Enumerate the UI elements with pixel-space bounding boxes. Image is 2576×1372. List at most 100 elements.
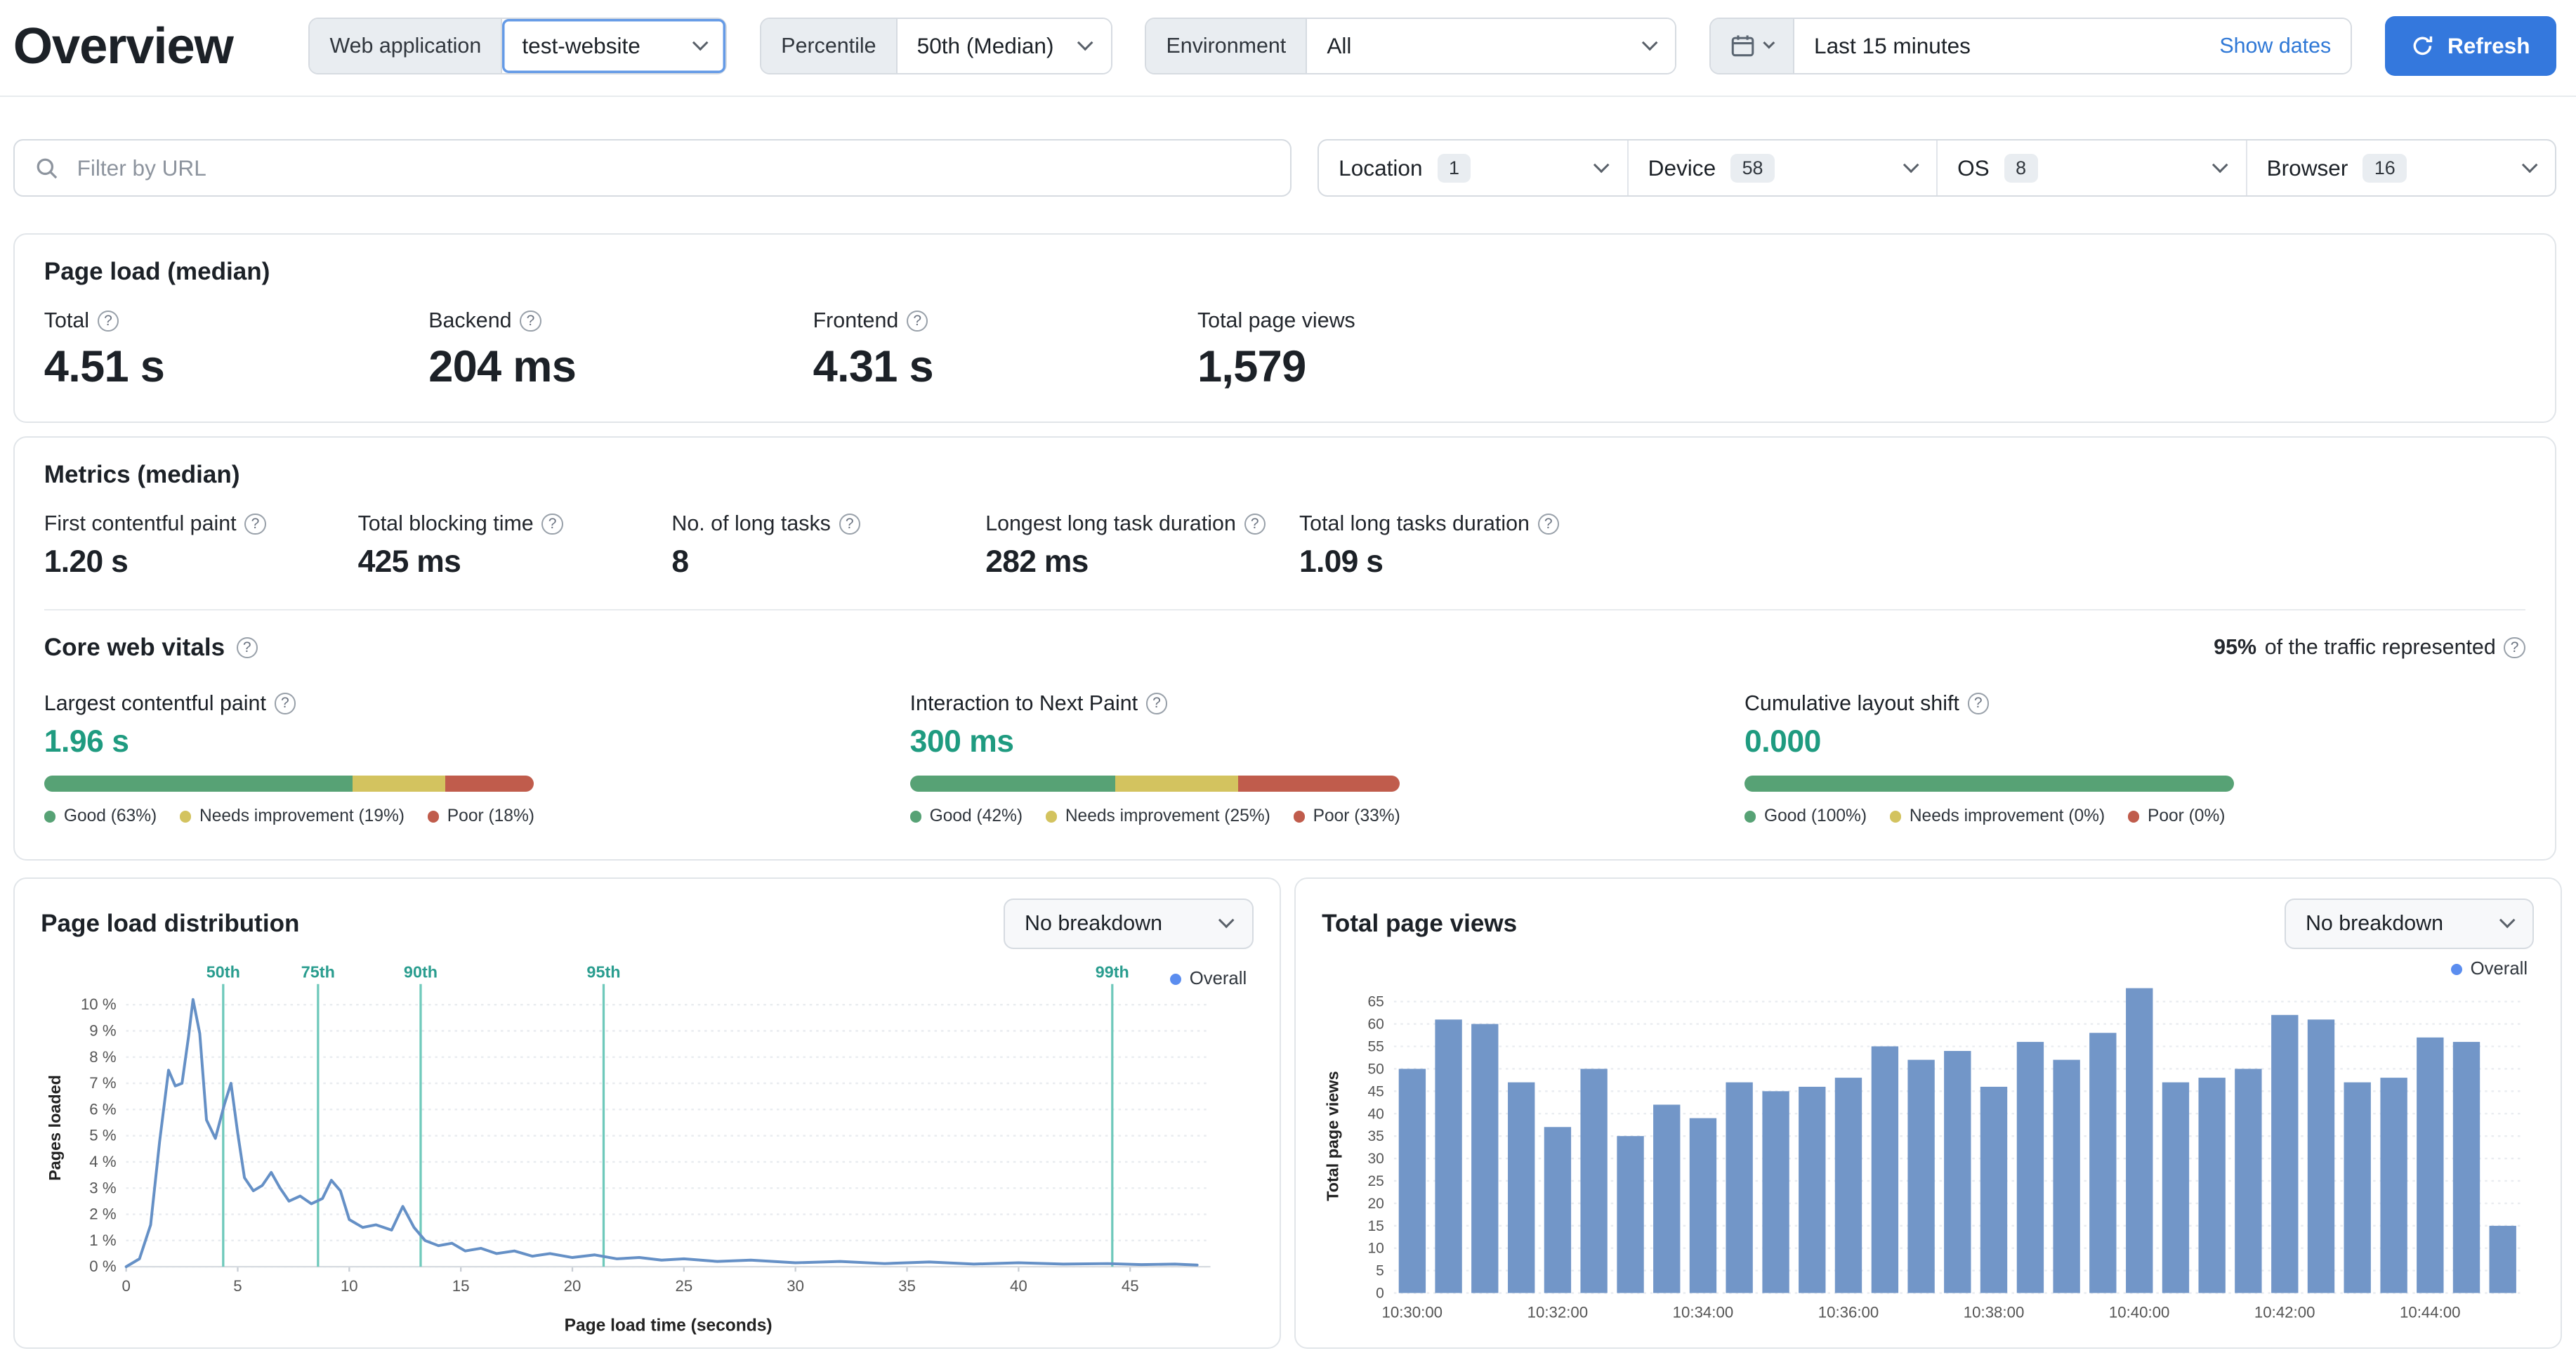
svg-text:95th: 95th bbox=[587, 962, 621, 981]
environment-select[interactable]: All bbox=[1307, 18, 1676, 74]
total-page-views-card: Total page views No breakdown 0 5 10 15 20 25… bbox=[1294, 877, 2562, 1349]
svg-text:45: 45 bbox=[1368, 1083, 1384, 1099]
facet-label: Location bbox=[1339, 155, 1423, 181]
info-icon[interactable] bbox=[244, 513, 266, 535]
svg-text:35: 35 bbox=[898, 1277, 916, 1295]
svg-text:50: 50 bbox=[1368, 1061, 1384, 1077]
stat-first-contentful-paint: First contentful paint 1.20 s bbox=[44, 511, 358, 580]
facet-location[interactable]: Location 1 bbox=[1319, 141, 1627, 195]
page-load-card: Page load (median) Total 4.51 s Backend … bbox=[13, 233, 2556, 424]
info-icon[interactable] bbox=[1537, 513, 1559, 535]
stat-backend: Backend 204 ms bbox=[428, 308, 813, 392]
svg-text:40: 40 bbox=[1010, 1277, 1027, 1295]
chevron-down-icon bbox=[1077, 34, 1094, 51]
stat-label: Backend bbox=[428, 308, 512, 333]
info-icon[interactable] bbox=[839, 513, 860, 535]
stat-total-page-views: Total page views 1,579 bbox=[1197, 308, 1582, 392]
distribution-chart: 0 % 1 % 2 % 3 % 4 % 5 % 6 % 7 % 8 % 9 % 10 % 0 5 10 15… bbox=[41, 956, 1253, 1349]
stat-value: 204 ms bbox=[428, 341, 577, 391]
good-segment bbox=[909, 775, 1116, 792]
legend-label: Needs improvement (19%) bbox=[199, 806, 405, 826]
svg-text:40: 40 bbox=[1368, 1106, 1384, 1122]
stat-label: Total long tasks duration bbox=[1299, 511, 1530, 536]
stat-value: 4.51 s bbox=[44, 341, 165, 391]
environment-value: All bbox=[1327, 32, 1352, 58]
refresh-label: Refresh bbox=[2447, 32, 2530, 58]
refresh-button[interactable]: Refresh bbox=[2385, 16, 2556, 76]
svg-text:60: 60 bbox=[1368, 1016, 1384, 1032]
svg-text:20: 20 bbox=[564, 1277, 581, 1295]
core-web-vitals-title: Core web vitals bbox=[44, 633, 225, 661]
svg-text:4 %: 4 % bbox=[89, 1152, 116, 1170]
vital-legend: Good (100%) Needs improvement (0%) Poor … bbox=[1744, 806, 2525, 826]
url-filter bbox=[13, 139, 1292, 197]
facet-browser[interactable]: Browser 16 bbox=[2245, 141, 2555, 196]
breakdown-value: No breakdown bbox=[1025, 911, 1163, 936]
calendar-icon bbox=[1731, 35, 1754, 57]
svg-text:5: 5 bbox=[1376, 1262, 1384, 1279]
percentile-control: Percentile 50th (Median) bbox=[760, 17, 1112, 75]
page-title: Overview bbox=[13, 17, 234, 74]
legend-label: Good (100%) bbox=[1764, 806, 1867, 826]
info-icon[interactable] bbox=[906, 310, 928, 332]
vital-label: Cumulative layout shift bbox=[1744, 691, 1959, 715]
svg-text:25: 25 bbox=[1368, 1173, 1384, 1189]
svg-text:2 %: 2 % bbox=[89, 1205, 116, 1222]
card-title: Page load distribution bbox=[41, 909, 300, 937]
percentile-select[interactable]: 50th (Median) bbox=[897, 18, 1111, 74]
breakdown-select[interactable]: No breakdown bbox=[2284, 898, 2535, 950]
core-web-vitals-row: Largest contentful paint 1.96 s Good (63… bbox=[44, 691, 2525, 827]
svg-text:3 %: 3 % bbox=[89, 1179, 116, 1196]
stat-label: Total bbox=[44, 308, 90, 333]
show-dates-link[interactable]: Show dates bbox=[2219, 34, 2331, 58]
legend-label: Poor (18%) bbox=[447, 806, 534, 826]
svg-text:10:36:00: 10:36:00 bbox=[1818, 1303, 1879, 1321]
breakdown-select[interactable]: No breakdown bbox=[1003, 898, 1254, 950]
web-application-select[interactable]: test-website bbox=[502, 18, 726, 74]
time-range-field[interactable]: Last 15 minutes Show dates bbox=[1794, 18, 2351, 74]
svg-text:5 %: 5 % bbox=[89, 1126, 116, 1144]
svg-text:10:40:00: 10:40:00 bbox=[2109, 1303, 2170, 1321]
stat-long-tasks: No. of long tasks 8 bbox=[671, 511, 985, 580]
info-icon[interactable] bbox=[2504, 636, 2525, 659]
search-icon bbox=[37, 158, 58, 179]
info-icon[interactable] bbox=[1244, 513, 1266, 535]
needs-improvement-segment bbox=[352, 775, 446, 792]
legend-label: Needs improvement (0%) bbox=[1909, 806, 2105, 826]
poor-dot bbox=[1293, 811, 1305, 823]
facet-filters: Location 1 Device 58 OS 8 Browser 16 bbox=[1317, 139, 2556, 197]
time-range-control: Last 15 minutes Show dates bbox=[1709, 17, 2353, 75]
info-icon[interactable] bbox=[520, 310, 541, 332]
web-application-label: Web application bbox=[310, 18, 503, 74]
svg-text:10:42:00: 10:42:00 bbox=[2254, 1303, 2315, 1321]
svg-text:10:34:00: 10:34:00 bbox=[1673, 1303, 1734, 1321]
info-icon[interactable] bbox=[541, 513, 563, 535]
facet-os[interactable]: OS 8 bbox=[1936, 141, 2245, 196]
facet-count-badge: 58 bbox=[1730, 154, 1775, 183]
info-icon[interactable] bbox=[274, 693, 296, 714]
info-icon[interactable] bbox=[1967, 693, 1989, 714]
filter-row: Location 1 Device 58 OS 8 Browser 16 bbox=[13, 139, 2556, 197]
svg-text:15: 15 bbox=[452, 1277, 470, 1295]
stat-longest-long-task: Longest long task duration 282 ms bbox=[985, 511, 1299, 580]
vital-cumulative-layout-shift: Cumulative layout shift 0.000 Good (100%… bbox=[1744, 691, 2525, 827]
page-views-chart-svg: 0 5 10 15 20 25 30 35 40 45 50 55 60 65 10:30:00 10:32:… bbox=[1323, 988, 2521, 1321]
card-title: Total page views bbox=[1322, 909, 1518, 937]
vital-value: 0.000 bbox=[1744, 724, 1821, 759]
calendar-button[interactable] bbox=[1711, 18, 1794, 74]
needs-improvement-dot bbox=[1045, 811, 1058, 823]
stat-label: Total blocking time bbox=[357, 511, 534, 536]
poor-segment bbox=[445, 775, 534, 792]
svg-text:30: 30 bbox=[787, 1277, 804, 1295]
info-icon[interactable] bbox=[1145, 693, 1168, 714]
info-icon[interactable] bbox=[97, 310, 119, 332]
chevron-down-icon bbox=[1763, 37, 1775, 49]
svg-text:15: 15 bbox=[1368, 1217, 1384, 1234]
info-icon[interactable] bbox=[236, 636, 258, 659]
facet-device[interactable]: Device 58 bbox=[1627, 141, 1936, 196]
svg-text:10:38:00: 10:38:00 bbox=[1964, 1303, 2025, 1321]
top-bar: Overview Web application test-website Pe… bbox=[0, 0, 2576, 97]
stat-value: 4.31 s bbox=[813, 341, 934, 391]
percentile-value: 50th (Median) bbox=[916, 32, 1054, 58]
url-filter-input[interactable] bbox=[73, 153, 1270, 183]
